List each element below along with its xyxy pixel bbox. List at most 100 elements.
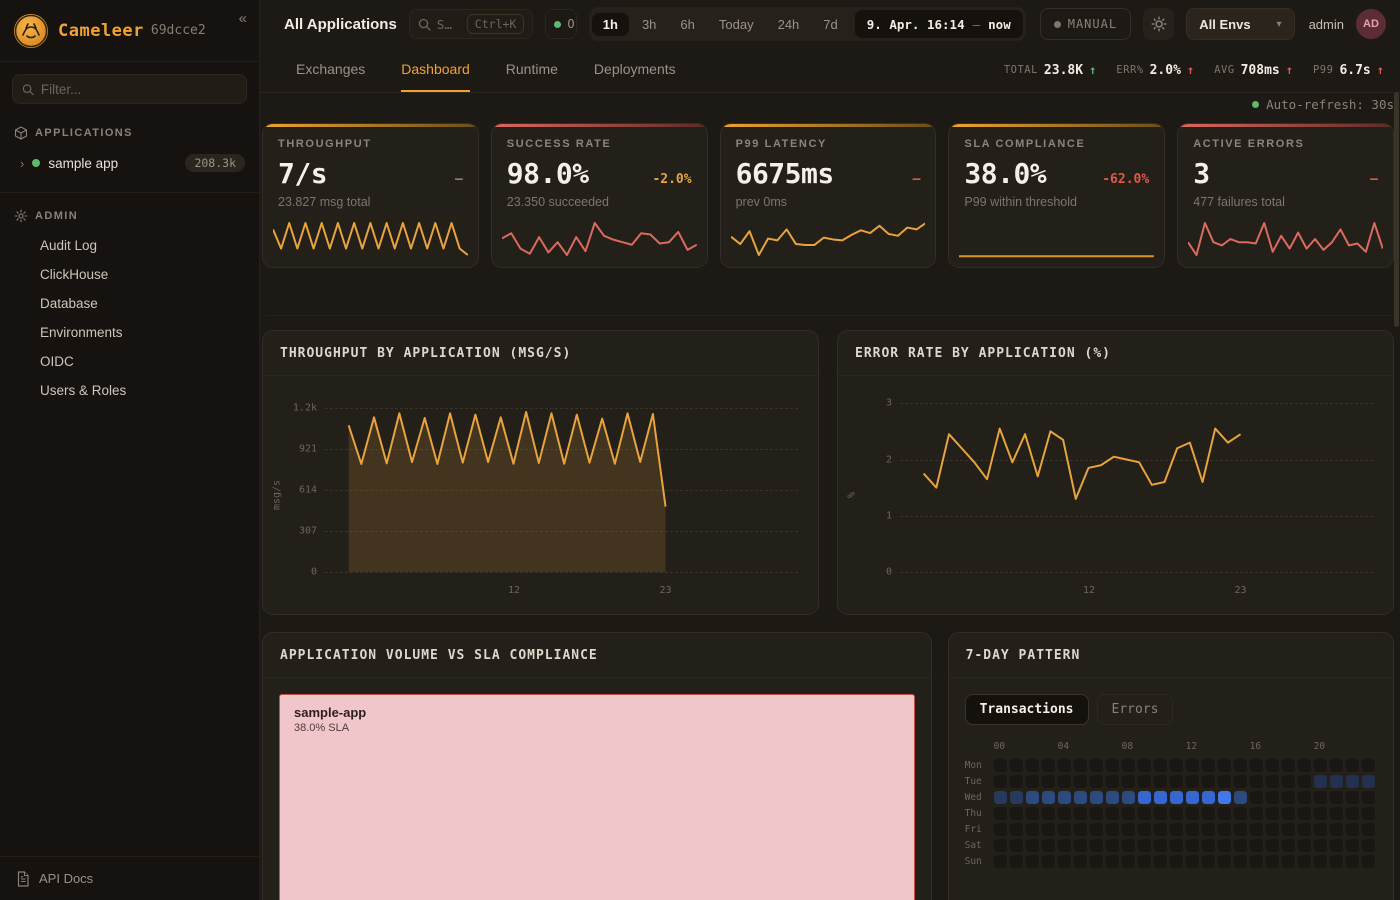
heatmap-cell[interactable] [1234, 775, 1247, 788]
heatmap-cell[interactable] [1362, 823, 1375, 836]
heatmap-cell[interactable] [1186, 775, 1199, 788]
range-7d-button[interactable]: 7d [812, 13, 848, 36]
heatmap-cell[interactable] [1122, 839, 1135, 852]
heatmap-cell[interactable] [1090, 759, 1103, 772]
heatmap-cell[interactable] [1202, 759, 1215, 772]
heatmap-cell[interactable] [1282, 759, 1295, 772]
heatmap-cell[interactable] [1266, 839, 1279, 852]
range-24h-button[interactable]: 24h [767, 13, 811, 36]
heatmap-cell[interactable] [1074, 759, 1087, 772]
heatmap-cell[interactable] [1170, 839, 1183, 852]
heatmap-cell[interactable] [1330, 839, 1343, 852]
heatmap-cell[interactable] [1346, 759, 1359, 772]
heatmap-cell[interactable] [994, 775, 1007, 788]
heatmap-cell[interactable] [1074, 839, 1087, 852]
heatmap-cell[interactable] [1234, 759, 1247, 772]
heatmap-cell[interactable] [1330, 759, 1343, 772]
heatmap-cell[interactable] [1362, 791, 1375, 804]
heatmap-cell[interactable] [1138, 839, 1151, 852]
heatmap-cell[interactable] [1298, 855, 1311, 868]
heatmap-cell[interactable] [1186, 791, 1199, 804]
heatmap-cell[interactable] [1282, 823, 1295, 836]
heatmap-cell[interactable] [1218, 775, 1231, 788]
heatmap-cell[interactable] [1218, 823, 1231, 836]
heatmap-cell[interactable] [1298, 807, 1311, 820]
heatmap-cell[interactable] [1042, 855, 1055, 868]
heatmap-cell[interactable] [1010, 807, 1023, 820]
heatmap-cell[interactable] [1138, 855, 1151, 868]
heatmap-cell[interactable] [1186, 807, 1199, 820]
heatmap-cell[interactable] [1154, 839, 1167, 852]
heatmap-cell[interactable] [1234, 791, 1247, 804]
heatmap-cell[interactable] [1298, 839, 1311, 852]
range-1h-button[interactable]: 1h [592, 13, 629, 36]
chevron-right-icon[interactable]: › [20, 156, 24, 171]
filter-input[interactable] [41, 82, 237, 97]
heatmap-cell[interactable] [1330, 855, 1343, 868]
heatmap-cell[interactable] [1042, 775, 1055, 788]
heatmap-cell[interactable] [1282, 807, 1295, 820]
heatmap-cell[interactable] [1170, 823, 1183, 836]
heatmap-cell[interactable] [1138, 791, 1151, 804]
tab-runtime[interactable]: Runtime [506, 48, 558, 92]
sidebar-item-audit-log[interactable]: Audit Log [0, 231, 259, 260]
heatmap-cell[interactable] [1282, 855, 1295, 868]
heatmap-cell[interactable] [1074, 807, 1087, 820]
sidebar-item-database[interactable]: Database [0, 289, 259, 318]
heatmap-cell[interactable] [1218, 759, 1231, 772]
heatmap-cell[interactable] [1074, 823, 1087, 836]
heatmap-cell[interactable] [1154, 775, 1167, 788]
heatmap-cell[interactable] [1138, 775, 1151, 788]
heatmap-cell[interactable] [1250, 775, 1263, 788]
heatmap-cell[interactable] [1090, 791, 1103, 804]
heatmap-cell[interactable] [1314, 855, 1327, 868]
heatmap-cell[interactable] [1170, 775, 1183, 788]
heatmap-cell[interactable] [1314, 823, 1327, 836]
heatmap-cell[interactable] [1154, 759, 1167, 772]
search-input[interactable] [437, 17, 461, 32]
heatmap-cell[interactable] [1010, 839, 1023, 852]
treemap-cell-sample-app[interactable]: sample-app 38.0% SLA [279, 694, 915, 900]
heatmap-cell[interactable] [1026, 775, 1039, 788]
heatmap-cell[interactable] [1090, 839, 1103, 852]
heatmap-cell[interactable] [1266, 855, 1279, 868]
heatmap-cell[interactable] [1010, 791, 1023, 804]
heatmap-cell[interactable] [1026, 823, 1039, 836]
heatmap-cell[interactable] [1266, 807, 1279, 820]
heatmap-cell[interactable] [1010, 855, 1023, 868]
heatmap-cell[interactable] [1058, 855, 1071, 868]
heatmap-cell[interactable] [994, 823, 1007, 836]
heatmap-cell[interactable] [1362, 839, 1375, 852]
heatmap-cell[interactable] [1058, 823, 1071, 836]
heatmap-cell[interactable] [1234, 823, 1247, 836]
sidebar-item-users-roles[interactable]: Users & Roles [0, 376, 259, 405]
heatmap-cell[interactable] [1314, 791, 1327, 804]
sidebar-collapse-icon[interactable]: « [239, 10, 247, 27]
heatmap-cell[interactable] [1298, 791, 1311, 804]
sidebar-item-environments[interactable]: Environments [0, 318, 259, 347]
heatmap-cell[interactable] [994, 791, 1007, 804]
heatmap-cell[interactable] [1042, 823, 1055, 836]
heatmap-cell[interactable] [1074, 775, 1087, 788]
env-select[interactable]: All Envs ▾ [1186, 8, 1294, 40]
heatmap-cell[interactable] [1346, 855, 1359, 868]
heatmap-cell[interactable] [1058, 775, 1071, 788]
heatmap-cell[interactable] [1026, 855, 1039, 868]
sidebar-item-api-docs[interactable]: API Docs [0, 856, 259, 900]
tab-deployments[interactable]: Deployments [594, 48, 676, 92]
heatmap-cell[interactable] [1330, 807, 1343, 820]
heatmap-cell[interactable] [1362, 855, 1375, 868]
heatmap-cell[interactable] [1122, 775, 1135, 788]
range-6h-button[interactable]: 6h [669, 13, 705, 36]
heatmap-cell[interactable] [1058, 807, 1071, 820]
heatmap-cell[interactable] [1298, 759, 1311, 772]
heatmap-cell[interactable] [1170, 855, 1183, 868]
heatmap-cell[interactable] [1234, 839, 1247, 852]
heatmap-cell[interactable] [1170, 759, 1183, 772]
tab-dashboard[interactable]: Dashboard [401, 48, 470, 92]
sidebar-item-sample-app[interactable]: › sample app 208.3k [0, 148, 259, 178]
heatmap-cell[interactable] [1330, 775, 1343, 788]
heatmap-cell[interactable] [1346, 823, 1359, 836]
heatmap-cell[interactable] [1186, 855, 1199, 868]
heatmap-cell[interactable] [1186, 759, 1199, 772]
